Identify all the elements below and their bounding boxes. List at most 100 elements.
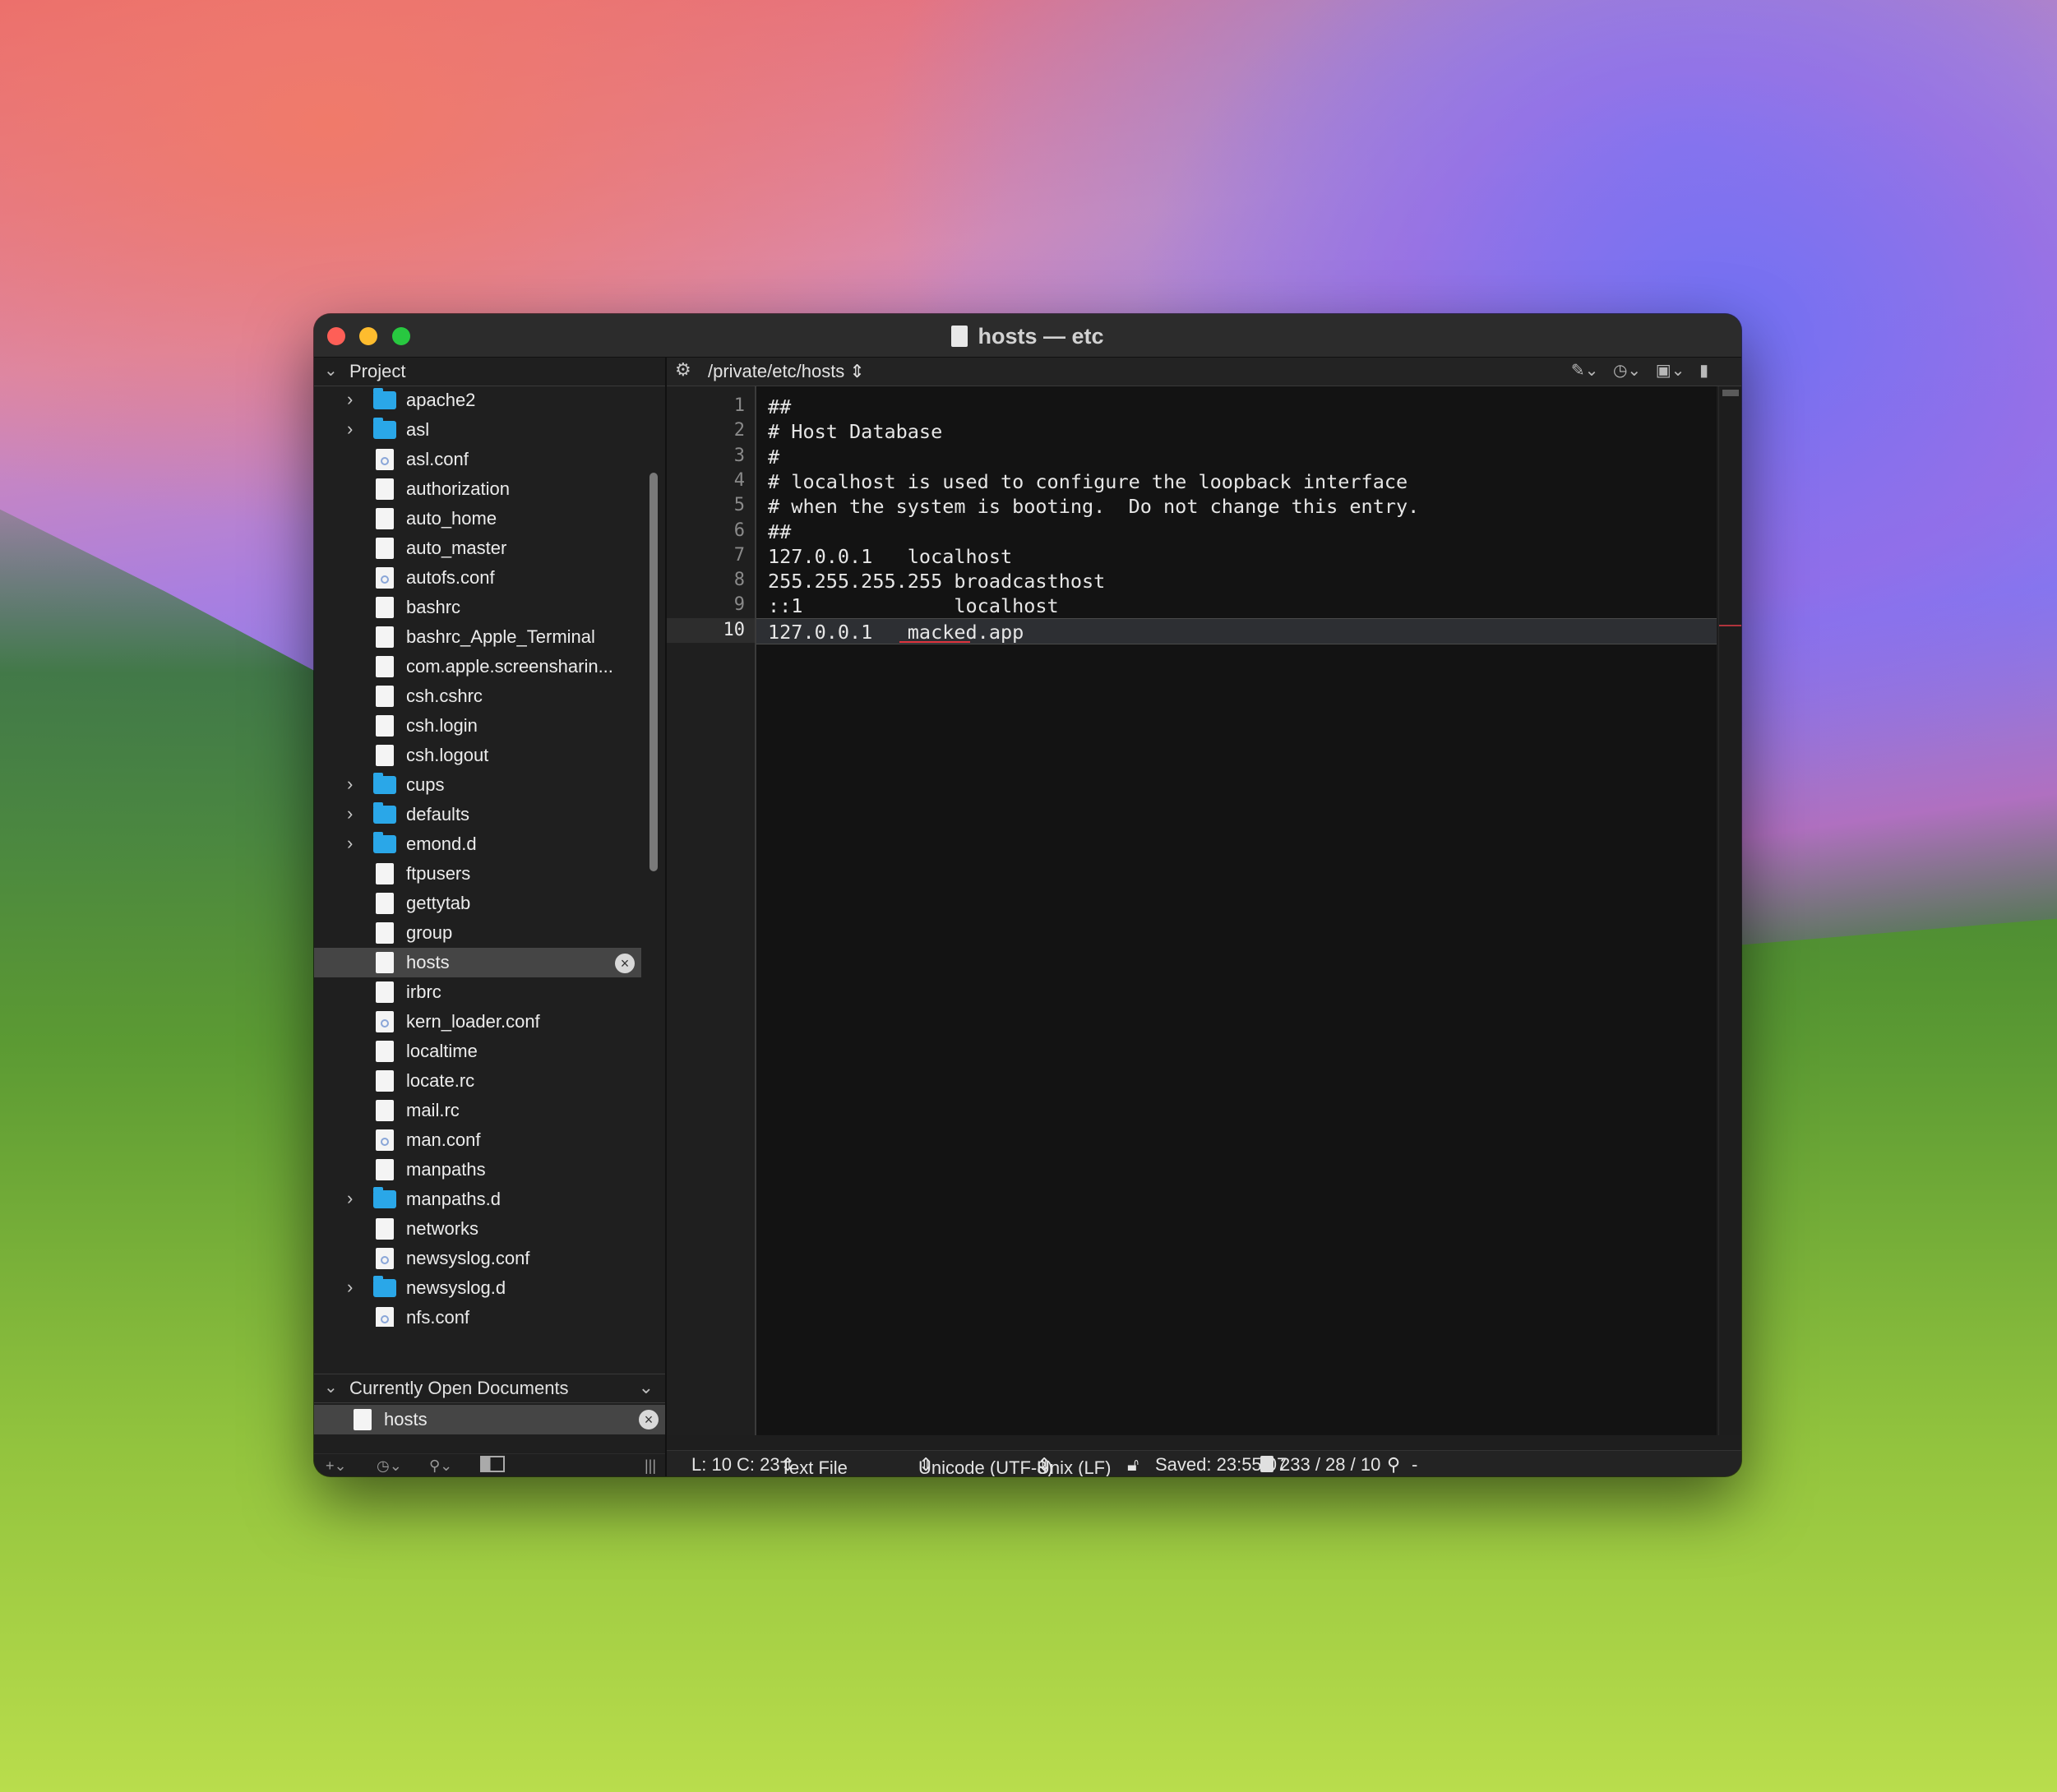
code-editor[interactable]: ## # Host Database # # localhost is used to… — [756, 386, 1717, 1435]
close-doc-icon[interactable]: × — [615, 954, 635, 973]
sidebar-item-locate-rc[interactable]: locate.rc — [314, 1066, 641, 1096]
sidebar-item-bashrc[interactable]: bashrc — [314, 593, 641, 622]
open-docs-label: Currently Open Documents — [349, 1378, 569, 1398]
chevron-right-icon[interactable]: › — [347, 833, 353, 854]
sidebar-item-manpaths[interactable]: manpaths — [314, 1155, 641, 1185]
code-line[interactable]: # when the system is booting. Do not cha… — [756, 493, 1717, 518]
open-docs-menu-chevron-icon[interactable]: ⌄ — [639, 1377, 654, 1398]
chevron-right-icon[interactable]: › — [347, 418, 353, 440]
sidebar-item-nfs-conf[interactable]: nfs.conf — [314, 1303, 641, 1327]
code-line[interactable]: # — [756, 444, 1717, 469]
sidebar-item-com-apple-screensharin-[interactable]: com.apple.screensharin... — [314, 652, 641, 681]
sidebar-item-networks[interactable]: networks — [314, 1214, 641, 1244]
code-line[interactable]: ## — [756, 519, 1717, 543]
sidebar-item-group[interactable]: group — [314, 918, 641, 948]
chevron-down-icon[interactable]: ⌄ — [324, 360, 338, 381]
open-docs-section-header[interactable]: ⌄ Currently Open Documents ⌄ — [314, 1374, 665, 1403]
line-number: 2 — [733, 420, 745, 441]
sidebar-item-newsyslog-conf[interactable]: newsyslog.conf — [314, 1244, 641, 1273]
sidebar-item-authorization[interactable]: authorization — [314, 474, 641, 504]
history-clock-icon[interactable]: ◷⌄ — [1613, 362, 1641, 380]
sidebar-item-auto-master[interactable]: auto_master — [314, 533, 641, 563]
sidebar-item-man-conf[interactable]: man.conf — [314, 1125, 641, 1155]
sidebar-item-cups[interactable]: › cups — [314, 770, 641, 800]
sidebar-item-auto-home[interactable]: auto_home — [314, 504, 641, 533]
sidebar-item-csh-cshrc[interactable]: csh.cshrc — [314, 681, 641, 711]
document-icon — [951, 326, 968, 347]
chevron-right-icon[interactable]: › — [347, 1188, 353, 1209]
title-bar[interactable]: hosts — etc — [314, 314, 1741, 358]
document-icon — [1260, 1456, 1273, 1472]
code-line[interactable]: 127.0.0.1 macked.app — [756, 617, 1717, 644]
sidebar-item-label: com.apple.screensharin... — [406, 656, 613, 677]
code-line[interactable]: ::1 localhost — [756, 593, 1717, 617]
cursor-position[interactable]: L: 10 C: 23 — [691, 1454, 780, 1476]
search-icon[interactable]: ⚲⌄ — [429, 1457, 452, 1475]
file-icon — [376, 745, 394, 766]
panel-toggle-icon[interactable] — [480, 1456, 505, 1472]
sidebar-item-gettytab[interactable]: gettytab — [314, 889, 641, 918]
sidebar-item-label: localtime — [406, 1041, 478, 1061]
sidebar-item-apache2[interactable]: › apache2 — [314, 386, 641, 415]
navigation-bar: ⚙ /private/etc/hosts ⇕ ✎⌄ ◷⌄ ▣⌄ ▮ — [667, 358, 1741, 386]
file-icon — [376, 893, 394, 914]
chevron-down-icon[interactable]: ⌄ — [324, 1377, 338, 1397]
document-info-icon[interactable]: ▮ — [1699, 362, 1708, 380]
open-doc-item[interactable]: hosts × — [314, 1405, 665, 1434]
sidebar-item-kern-loader-conf[interactable]: kern_loader.conf — [314, 1007, 641, 1037]
chevron-right-icon[interactable]: › — [347, 774, 353, 795]
sidebar-item-emond-d[interactable]: › emond.d — [314, 829, 641, 859]
sidebar-item-csh-login[interactable]: csh.login — [314, 711, 641, 741]
document-counts[interactable]: 233 / 28 / 10 — [1280, 1454, 1380, 1476]
sidebar-item-bashrc-apple-terminal[interactable]: bashrc_Apple_Terminal — [314, 622, 641, 652]
split-view-icon[interactable]: ▣⌄ — [1656, 362, 1685, 380]
add-icon[interactable]: +⌄ — [326, 1457, 347, 1475]
file-type-popup[interactable]: Text File ⇕ — [780, 1454, 848, 1476]
encoding-popup[interactable]: Unicode (UTF-8) ⇕ — [918, 1454, 1053, 1476]
sidebar-item-label: locate.rc — [406, 1070, 475, 1091]
sidebar-item-asl-conf[interactable]: asl.conf — [314, 445, 641, 474]
sidebar-item-ftpusers[interactable]: ftpusers — [314, 859, 641, 889]
window-title: hosts — etc — [314, 324, 1741, 349]
code-line[interactable]: ## — [756, 394, 1717, 418]
sidebar-item-mail-rc[interactable]: mail.rc — [314, 1096, 641, 1125]
file-icon — [376, 478, 394, 500]
sidebar-item-defaults[interactable]: › defaults — [314, 800, 641, 829]
unlock-icon[interactable]: 🔓︎ — [1127, 1454, 1139, 1476]
project-section-header[interactable]: ⌄ Project — [314, 358, 665, 386]
search-icon[interactable]: ⚲ — [1387, 1454, 1400, 1476]
sidebar-item-label: networks — [406, 1218, 479, 1239]
line-number: 1 — [733, 395, 745, 416]
close-doc-icon[interactable]: × — [639, 1410, 659, 1429]
scrollbar-thumb[interactable] — [1722, 390, 1739, 396]
code-line[interactable]: # Host Database — [756, 418, 1717, 443]
code-line[interactable]: 127.0.0.1 localhost — [756, 543, 1717, 568]
sidebar-item-asl[interactable]: › asl — [314, 415, 641, 445]
sidebar-item-label: kern_loader.conf — [406, 1011, 540, 1032]
sidebar-item-localtime[interactable]: localtime — [314, 1037, 641, 1066]
sidebar-item-hosts[interactable]: hosts × — [314, 948, 641, 977]
chevron-right-icon[interactable]: › — [347, 1277, 353, 1298]
code-line[interactable]: 255.255.255.255 broadcasthost — [756, 568, 1717, 593]
chevron-right-icon[interactable]: › — [347, 389, 353, 410]
sidebar-item-label: mail.rc — [406, 1100, 460, 1120]
recent-clock-icon[interactable]: ◷⌄ — [377, 1457, 402, 1475]
sidebar-scrollbar[interactable] — [649, 473, 658, 871]
file-path-popup[interactable]: /private/etc/hosts ⇕ — [708, 361, 865, 382]
marker-pen-icon[interactable]: ✎⌄ — [1571, 362, 1599, 380]
code-line[interactable]: # localhost is used to configure the loo… — [756, 469, 1717, 493]
editor-scrollbar[interactable] — [1718, 386, 1741, 1435]
chevron-right-icon[interactable]: › — [347, 803, 353, 824]
resize-handle-icon[interactable]: ||| — [645, 1457, 656, 1475]
sidebar-item-newsyslog-d[interactable]: › newsyslog.d — [314, 1273, 641, 1303]
sidebar-item-autofs-conf[interactable]: autofs.conf — [314, 563, 641, 593]
sidebar-item-manpaths-d[interactable]: › manpaths.d — [314, 1185, 641, 1214]
sidebar-item-csh-logout[interactable]: csh.logout — [314, 741, 641, 770]
gear-icon[interactable]: ⚙ — [675, 359, 691, 381]
line-endings-popup[interactable]: Unix (LF) ⇕ — [1037, 1454, 1111, 1476]
sidebar-item-label: asl — [406, 419, 430, 440]
sidebar-item-label: csh.login — [406, 715, 478, 736]
error-marker — [1719, 625, 1741, 626]
sidebar-item-irbrc[interactable]: irbrc — [314, 977, 641, 1007]
folder-icon — [373, 832, 396, 853]
